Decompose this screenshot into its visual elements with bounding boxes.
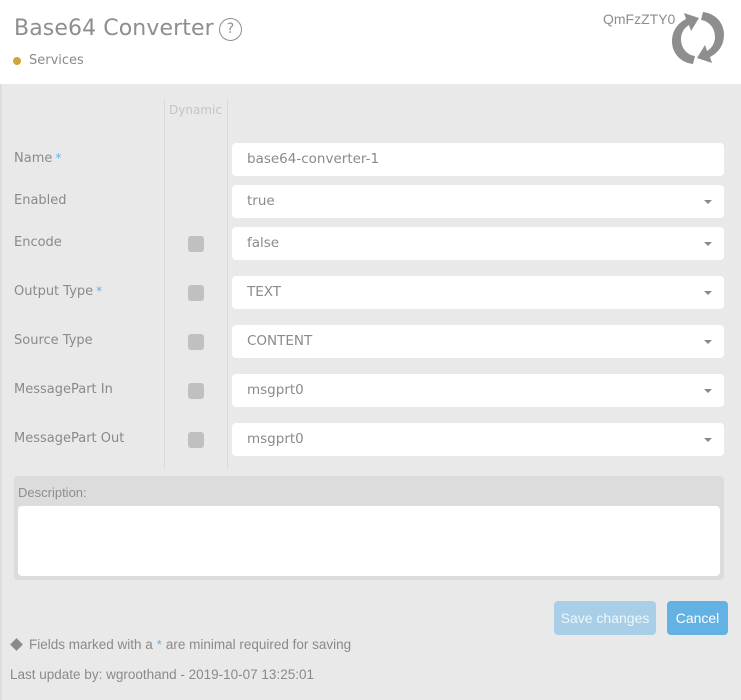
breadcrumb-dot-icon — [13, 56, 21, 65]
required-marker: * — [96, 284, 103, 298]
encode-select-value: false — [247, 235, 280, 251]
source-type-select-value: CONTENT — [247, 333, 313, 349]
page-header: Base64 Converter ? Services QmFzZTY0 — [0, 0, 741, 84]
source-type-select[interactable]: CONTENT — [232, 325, 724, 358]
description-panel: Description: — [14, 476, 724, 580]
last-update-info: Last update by: wgroothand - 2019-10-07 … — [10, 667, 314, 682]
dynamic-column-header: Dynamic — [169, 103, 222, 117]
messagepart-in-dynamic-checkbox[interactable] — [188, 383, 204, 399]
description-textarea[interactable] — [18, 506, 720, 576]
chevron-down-icon — [704, 242, 712, 246]
cancel-button[interactable]: Cancel — [667, 601, 728, 635]
note-prefix: Fields marked with a — [29, 637, 153, 652]
required-marker: * — [156, 637, 162, 652]
save-changes-button[interactable]: Save changes — [554, 601, 656, 635]
note-suffix: are minimal required for saving — [165, 637, 352, 652]
messagepart-in-select[interactable]: msgprt0 — [232, 374, 724, 407]
question-circle-icon[interactable]: ? — [219, 18, 242, 41]
chevron-down-icon — [704, 200, 712, 204]
output-type-select-value: TEXT — [247, 284, 282, 300]
encode-select[interactable]: false — [232, 227, 724, 260]
messagepart-in-select-value: msgprt0 — [247, 382, 304, 398]
dynamic-column-right-border — [227, 99, 228, 469]
enabled-select-value: true — [247, 193, 275, 209]
window-edge — [0, 0, 3, 700]
enabled-select[interactable]: true — [232, 185, 724, 218]
breadcrumb-services[interactable]: Services — [29, 53, 84, 68]
description-label: Description: — [18, 485, 87, 500]
source-type-label: Source Type — [14, 333, 93, 348]
name-input[interactable] — [232, 143, 724, 176]
chevron-down-icon — [704, 340, 712, 344]
encode-label: Encode — [14, 235, 62, 250]
name-label-text: Name — [14, 151, 53, 166]
chevron-down-icon — [704, 389, 712, 393]
output-type-label: Output Type * — [14, 284, 102, 299]
encoded-title: QmFzZTY0 — [603, 11, 676, 27]
chevron-down-icon — [704, 291, 712, 295]
messagepart-out-label: MessagePart Out — [14, 431, 125, 446]
diamond-icon — [10, 638, 23, 651]
enabled-label: Enabled — [14, 193, 67, 208]
messagepart-out-select-value: msgprt0 — [247, 431, 304, 447]
output-type-select[interactable]: TEXT — [232, 276, 724, 309]
messagepart-out-dynamic-checkbox[interactable] — [188, 432, 204, 448]
page-title: Base64 Converter — [14, 16, 214, 41]
refresh-arrows-icon[interactable] — [667, 8, 729, 68]
dynamic-column-left-border — [164, 99, 165, 469]
messagepart-out-select[interactable]: msgprt0 — [232, 423, 724, 456]
required-marker: * — [55, 151, 62, 165]
breadcrumb[interactable]: Services — [13, 53, 84, 68]
chevron-down-icon — [704, 438, 712, 442]
name-label: Name * — [14, 151, 61, 166]
output-type-label-text: Output Type — [14, 284, 94, 299]
output-type-dynamic-checkbox[interactable] — [188, 285, 204, 301]
source-type-dynamic-checkbox[interactable] — [188, 334, 204, 350]
encode-dynamic-checkbox[interactable] — [188, 236, 204, 252]
required-fields-note: Fields marked with a * are minimal requi… — [10, 637, 351, 652]
messagepart-in-label: MessagePart In — [14, 382, 113, 397]
